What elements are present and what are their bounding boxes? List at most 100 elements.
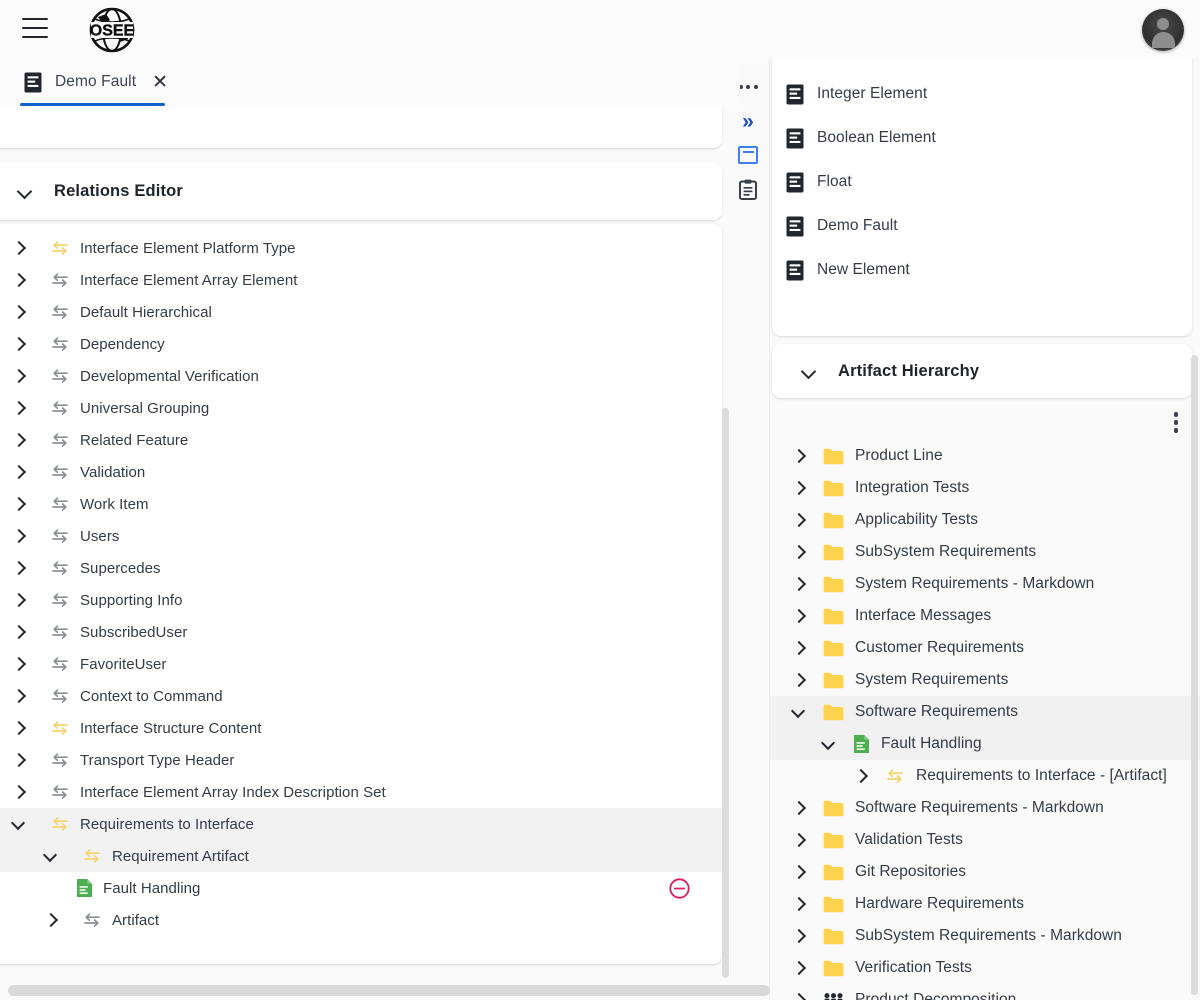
hierarchy-row[interactable]: Integration Tests — [770, 472, 1200, 504]
chevron-right-icon[interactable] — [12, 561, 26, 575]
search-result-item[interactable]: Boolean Element — [786, 122, 1178, 154]
chevron-down-icon[interactable] — [18, 184, 32, 198]
chevron-right-icon[interactable] — [792, 993, 806, 1000]
hierarchy-row[interactable]: Fault Handling — [770, 728, 1200, 760]
relation-row[interactable]: Context to Command — [0, 680, 722, 712]
chevron-right-icon[interactable] — [12, 337, 26, 351]
chevron-right-icon[interactable] — [12, 433, 26, 447]
relation-row[interactable]: Default Hierarchical — [0, 296, 722, 328]
relation-row[interactable]: Interface Element Platform Type — [0, 232, 722, 264]
search-result-item[interactable]: Integer Element — [786, 78, 1178, 110]
relations-horizontal-scrollbar[interactable] — [8, 985, 770, 996]
chevron-right-icon[interactable] — [12, 657, 26, 671]
window-panel-icon[interactable] — [730, 140, 766, 170]
chevron-right-icon[interactable] — [44, 913, 58, 927]
hierarchy-vertical-scrollbar[interactable] — [1191, 355, 1198, 995]
chevron-right-icon[interactable] — [792, 833, 806, 847]
relation-leaf-row[interactable]: Fault Handling — [0, 872, 722, 904]
hierarchy-row[interactable]: System Requirements - Markdown — [770, 568, 1200, 600]
chevron-right-icon[interactable] — [12, 593, 26, 607]
hierarchy-row[interactable]: Validation Tests — [770, 824, 1200, 856]
tab-demo-fault[interactable]: Demo Fault ✕ — [20, 58, 172, 106]
relation-row[interactable]: Validation — [0, 456, 722, 488]
chevron-right-icon[interactable] — [12, 369, 26, 383]
chevron-right-icon[interactable] — [12, 529, 26, 543]
chevron-down-icon[interactable] — [802, 364, 816, 378]
relation-row[interactable]: FavoriteUser — [0, 648, 722, 680]
hierarchy-row[interactable]: Product Line — [770, 440, 1200, 472]
chevron-right-icon[interactable] — [792, 801, 806, 815]
hierarchy-row[interactable]: Applicability Tests — [770, 504, 1200, 536]
relation-row[interactable]: Interface Structure Content — [0, 712, 722, 744]
chevron-right-icon[interactable] — [792, 545, 806, 559]
relation-row[interactable]: SubscribedUser — [0, 616, 722, 648]
chevron-right-icon[interactable] — [854, 769, 868, 783]
search-result-item[interactable]: Demo Fault — [786, 210, 1178, 242]
artifact-hierarchy-header[interactable]: Artifact Hierarchy — [772, 344, 1192, 398]
chevron-right-icon[interactable] — [12, 241, 26, 255]
hierarchy-row[interactable]: Git Repositories — [770, 856, 1200, 888]
relation-row[interactable]: Dependency — [0, 328, 722, 360]
search-result-item[interactable]: Float — [786, 166, 1178, 198]
hierarchy-row[interactable]: Customer Requirements — [770, 632, 1200, 664]
chevron-right-icon[interactable] — [12, 689, 26, 703]
chevron-right-icon[interactable] — [12, 785, 26, 799]
chevron-right-icon[interactable] — [792, 929, 806, 943]
relation-row[interactable]: Requirement Artifact — [0, 840, 722, 872]
relation-row[interactable]: Interface Element Array Index Descriptio… — [0, 776, 722, 808]
user-avatar-icon[interactable] — [1142, 9, 1184, 51]
relations-vertical-scrollbar[interactable] — [722, 408, 729, 978]
chevron-right-icon[interactable] — [12, 625, 26, 639]
relation-row[interactable]: Supercedes — [0, 552, 722, 584]
expand-panel-icon[interactable]: » — [730, 106, 766, 136]
chevron-down-icon[interactable] — [44, 849, 58, 863]
hamburger-menu-icon[interactable] — [22, 18, 48, 38]
chevron-right-icon[interactable] — [792, 577, 806, 591]
relation-row[interactable]: Related Feature — [0, 424, 722, 456]
chevron-right-icon[interactable] — [12, 753, 26, 767]
chevron-right-icon[interactable] — [792, 961, 806, 975]
chevron-right-icon[interactable] — [792, 481, 806, 495]
chevron-right-icon[interactable] — [792, 513, 806, 527]
chevron-right-icon[interactable] — [12, 305, 26, 319]
chevron-right-icon[interactable] — [792, 449, 806, 463]
chevron-right-icon[interactable] — [792, 673, 806, 687]
hierarchy-row[interactable]: Hardware Requirements — [770, 888, 1200, 920]
hierarchy-row[interactable]: Requirements to Interface - [Artifact] — [770, 760, 1200, 792]
chevron-right-icon[interactable] — [792, 641, 806, 655]
hierarchy-row[interactable]: Verification Tests — [770, 952, 1200, 984]
chevron-right-icon[interactable] — [12, 273, 26, 287]
relation-row[interactable]: Universal Grouping — [0, 392, 722, 424]
relation-row[interactable]: Artifact — [0, 904, 722, 936]
hierarchy-row[interactable]: Software Requirements - Markdown — [770, 792, 1200, 824]
relation-row[interactable]: Requirements to Interface — [0, 808, 722, 840]
chevron-right-icon[interactable] — [12, 497, 26, 511]
hierarchy-row[interactable]: Interface Messages — [770, 600, 1200, 632]
chevron-right-icon[interactable] — [792, 865, 806, 879]
relation-row[interactable]: Developmental Verification — [0, 360, 722, 392]
remove-relation-button[interactable] — [669, 877, 690, 899]
chevron-down-icon[interactable] — [12, 817, 26, 831]
relation-row[interactable]: Interface Element Array Element — [0, 264, 722, 296]
search-result-item[interactable]: New Element — [786, 254, 1178, 286]
relation-row[interactable]: Transport Type Header — [0, 744, 722, 776]
chevron-right-icon[interactable] — [792, 609, 806, 623]
hierarchy-row[interactable]: System Requirements — [770, 664, 1200, 696]
chevron-right-icon[interactable] — [12, 465, 26, 479]
relation-row[interactable]: Supporting Info — [0, 584, 722, 616]
chevron-right-icon[interactable] — [12, 401, 26, 415]
hierarchy-row[interactable]: SubSystem Requirements — [770, 536, 1200, 568]
tab-close-icon[interactable]: ✕ — [152, 73, 168, 92]
chevron-right-icon[interactable] — [12, 721, 26, 735]
hierarchy-row[interactable]: Software Requirements — [770, 696, 1200, 728]
chevron-right-icon[interactable] — [792, 897, 806, 911]
chevron-down-icon[interactable] — [792, 705, 806, 719]
clipboard-icon[interactable] — [730, 174, 766, 204]
chevron-down-icon[interactable] — [822, 737, 836, 751]
relation-row[interactable]: Work Item — [0, 488, 722, 520]
hierarchy-row[interactable]: SubSystem Requirements - Markdown — [770, 920, 1200, 952]
kebab-menu-icon[interactable] — [1173, 412, 1178, 433]
relations-editor-header[interactable]: Relations Editor — [0, 162, 722, 220]
relation-row[interactable]: Users — [0, 520, 722, 552]
hierarchy-row[interactable]: Product Decomposition — [770, 984, 1200, 1000]
